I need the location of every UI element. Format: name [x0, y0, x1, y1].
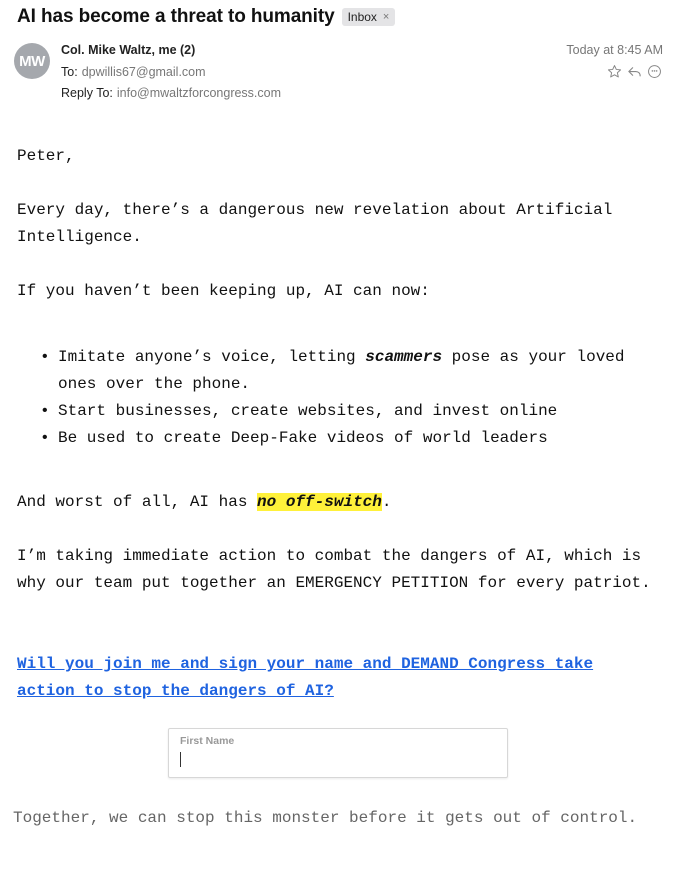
- email-subject: AI has become a threat to humanity: [17, 6, 335, 27]
- highlighted-text: no off-switch: [257, 493, 382, 511]
- greeting: Peter,: [17, 147, 75, 165]
- action-paragraph: I’m taking immediate action to combat th…: [17, 547, 651, 592]
- reply-icon[interactable]: [625, 62, 643, 80]
- reply-to-label: Reply To:: [61, 86, 113, 100]
- inbox-badge: Inbox ×: [341, 8, 396, 26]
- list-item: Imitate anyone’s voice, letting scammers…: [40, 344, 640, 398]
- emphasis-text: scammers: [365, 348, 443, 366]
- petition-link[interactable]: Will you join me and sign your name and …: [17, 655, 593, 700]
- first-name-label: First Name: [180, 735, 235, 747]
- closing-paragraph: Together, we can stop this monster befor…: [13, 809, 638, 827]
- capabilities-list: Imitate anyone’s voice, letting scammers…: [40, 344, 640, 452]
- text-cursor: [180, 752, 181, 767]
- to-label: To:: [61, 65, 78, 79]
- inbox-badge-label: Inbox: [347, 10, 377, 24]
- remove-label-icon[interactable]: ×: [383, 11, 389, 23]
- list-item-text: Imitate anyone’s voice, letting: [58, 348, 366, 366]
- lead-paragraph: If you haven’t been keeping up, AI can n…: [17, 282, 430, 300]
- worst-end: .: [381, 493, 392, 511]
- subject-row: AI has become a threat to humanity Inbox…: [17, 6, 396, 28]
- to-row: To: dpwillis67@gmail.com: [61, 65, 206, 79]
- star-icon[interactable]: [605, 62, 623, 80]
- sender: Col. Mike Waltz, me (2): [61, 43, 196, 57]
- to-address[interactable]: dpwillis67@gmail.com: [82, 65, 206, 79]
- list-item: Start businesses, create websites, and i…: [40, 398, 640, 425]
- worst-text: And worst of all, AI has: [17, 493, 258, 511]
- reply-to-row: Reply To: info@mwaltzforcongress.com: [61, 86, 281, 100]
- intro-paragraph: Every day, there’s a dangerous new revel…: [17, 201, 613, 246]
- worst-paragraph: And worst of all, AI has no off-switch.: [17, 489, 391, 516]
- avatar: MW: [14, 43, 50, 79]
- message-actions: [605, 62, 663, 80]
- petition-link-paragraph: Will you join me and sign your name and …: [17, 651, 657, 705]
- list-item: Be used to create Deep-Fake videos of wo…: [40, 425, 640, 452]
- reply-to-address[interactable]: info@mwaltzforcongress.com: [117, 86, 281, 100]
- first-name-field[interactable]: First Name: [168, 728, 508, 778]
- smiley-icon[interactable]: [645, 62, 663, 80]
- email-date: Today at 8:45 AM: [566, 43, 663, 57]
